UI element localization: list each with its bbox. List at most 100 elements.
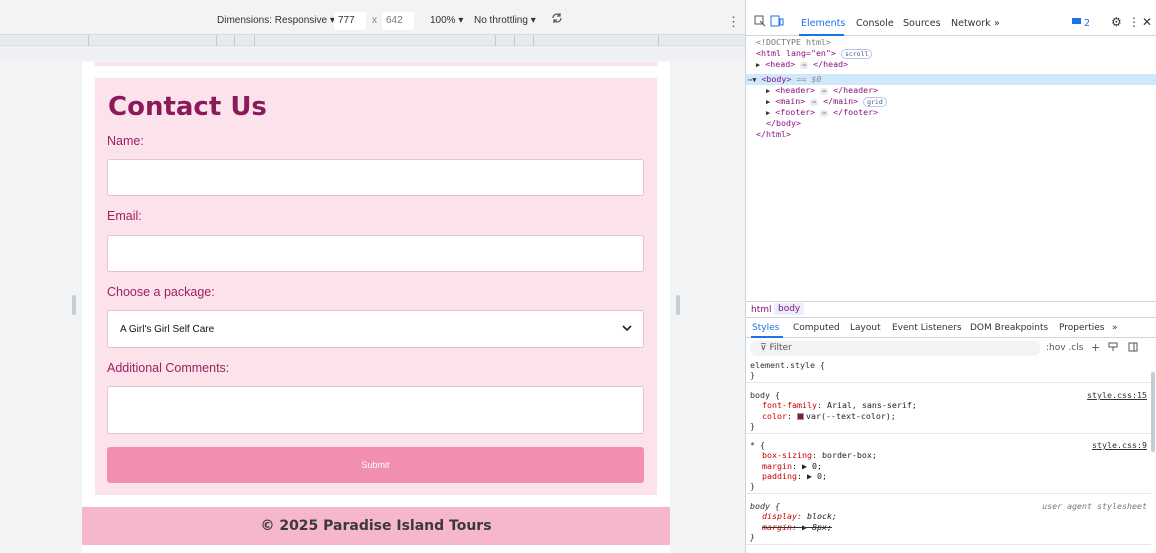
active-styles-tab-indicator <box>751 336 783 338</box>
tab-elements[interactable]: Elements <box>801 18 845 29</box>
filter-input[interactable]: ⊽ Filter <box>750 341 1040 356</box>
rule-source-label: user agent stylesheet <box>1042 501 1147 511</box>
head-close-tag: </head> <box>813 59 849 69</box>
device-viewport-area: Dimensions: Responsive ▾ 777 x 642 100% … <box>0 0 745 553</box>
html-close-tag: </html> <box>756 129 791 139</box>
grid-badge[interactable]: grid <box>863 97 887 107</box>
close-icon[interactable]: ✕ <box>1142 15 1152 29</box>
more-options-icon[interactable]: ⋮ <box>727 14 740 30</box>
tab-console[interactable]: Console <box>856 18 894 29</box>
filter-placeholder: Filter <box>769 343 792 353</box>
rule-element-style[interactable]: element.style { } <box>746 358 1151 383</box>
dom-header-node[interactable]: ▶ <header> ⋯ </header> <box>766 85 878 97</box>
property-value: border-box; <box>821 450 877 461</box>
rule-property-overridden: margin: ▶ 8px; <box>762 521 832 532</box>
rule-source-link[interactable]: style.css:9 <box>1092 440 1147 450</box>
scroll-badge[interactable]: scroll <box>840 49 873 59</box>
tab-styles[interactable]: Styles <box>752 323 779 333</box>
rule-selector: * { <box>750 440 765 450</box>
throttling-dropdown[interactable]: No throttling ▾ <box>474 15 536 26</box>
main-close-tag: </main> <box>823 96 859 106</box>
height-input[interactable]: 642 <box>382 12 414 30</box>
device-toggle-icon[interactable] <box>770 15 784 30</box>
rule-property[interactable]: box-sizing: border-box; <box>750 450 1147 460</box>
rule-property[interactable]: padding: ▶ 0; <box>750 471 1147 481</box>
devtools-panel: Elements Console Sources Network » 2 ⚙ ⋮… <box>745 0 1156 553</box>
add-rule-icon[interactable]: + <box>1091 341 1100 354</box>
head-ellipsis[interactable]: ⋯ <box>800 62 809 69</box>
rule-close: } <box>750 420 755 431</box>
dom-html-close[interactable]: </html> <box>756 129 791 140</box>
rule-selector: element.style { <box>750 360 825 370</box>
gear-icon[interactable]: ⚙ <box>1111 15 1122 29</box>
dom-doctype[interactable]: <!DOCTYPE html> <box>756 37 831 48</box>
rule-close: } <box>750 481 755 492</box>
more-icon[interactable]: ⋮ <box>1128 15 1140 29</box>
property-value: block; <box>806 511 837 522</box>
issues-count: 2 <box>1084 18 1091 29</box>
breadcrumb-html[interactable]: html <box>751 305 772 315</box>
dom-body-close[interactable]: </body> <box>766 118 801 129</box>
styles-pane: element.style { } body { style.css:15 fo… <box>746 358 1151 553</box>
dom-footer-node[interactable]: ▶ <footer> ⋯ </footer> <box>766 107 878 119</box>
rule-property[interactable]: margin: ▶ 0; <box>750 461 1147 471</box>
dom-html-node[interactable]: <html lang="en"> scroll <box>756 48 873 59</box>
more-tabs-button[interactable]: » <box>994 18 1000 29</box>
styles-filter-bar: ⊽ Filter :hov .cls + <box>746 340 1156 358</box>
width-input[interactable]: 777 <box>334 12 366 30</box>
rule-body-stylecss[interactable]: body { style.css:15 font-family: Arial, … <box>746 388 1151 434</box>
main-ellipsis[interactable]: ⋯ <box>810 99 819 106</box>
rule-property[interactable]: font-family: Arial, sans-serif; <box>750 400 1147 410</box>
property-value: var(--text-color); <box>805 410 896 421</box>
contact-title: Contact Us <box>108 92 267 122</box>
resize-handle-left[interactable] <box>72 295 76 315</box>
property-name: color <box>762 410 787 421</box>
rule-source-link[interactable]: style.css:15 <box>1087 390 1147 400</box>
header-ellipsis[interactable]: ⋯ <box>820 88 829 95</box>
property-name: margin <box>762 460 792 471</box>
more-style-tabs[interactable]: » <box>1112 323 1118 333</box>
breadcrumb-body[interactable]: body <box>774 303 805 315</box>
comments-label: Additional Comments: <box>107 361 230 375</box>
tab-sources[interactable]: Sources <box>903 18 941 29</box>
property-name: font-family <box>762 400 817 411</box>
page-frame: Contact Us Name: Email: Choose a package… <box>82 62 670 553</box>
dom-body-node[interactable]: ⋯▼ <body> == $0 <box>748 74 821 86</box>
tab-layout[interactable]: Layout <box>850 323 881 333</box>
name-input[interactable] <box>107 159 644 196</box>
tab-dom-breakpoints[interactable]: DOM Breakpoints <box>970 323 1048 333</box>
site-footer: © 2025 Paradise Island Tours <box>82 507 670 545</box>
dom-head-node[interactable]: ▶ <head> ⋯ </head> <box>756 59 848 71</box>
media-query-ruler <box>0 34 745 47</box>
zoom-dropdown[interactable]: 100% ▾ <box>430 15 463 26</box>
previous-section-edge <box>95 62 657 66</box>
rule-user-agent-body[interactable]: body { user agent stylesheet display: bl… <box>746 499 1151 545</box>
tab-network[interactable]: Network <box>951 18 991 29</box>
rule-property[interactable]: color: var(--text-color); <box>750 411 1147 421</box>
footer-ellipsis[interactable]: ⋯ <box>820 110 829 117</box>
color-swatch-icon[interactable] <box>796 412 804 420</box>
tab-computed[interactable]: Computed <box>793 323 840 333</box>
resize-handle-right[interactable] <box>676 295 680 315</box>
tab-event-listeners[interactable]: Event Listeners <box>892 323 962 333</box>
tab-properties[interactable]: Properties <box>1059 323 1104 333</box>
property-value: ▶ 0; <box>801 460 822 471</box>
issues-icon[interactable]: 2 <box>1072 18 1090 29</box>
submit-button[interactable]: Submit <box>107 447 644 483</box>
chevron-down-icon <box>622 325 632 332</box>
comments-textarea[interactable] <box>107 386 644 434</box>
rule-close: } <box>750 531 755 542</box>
email-input[interactable] <box>107 235 644 272</box>
email-label: Email: <box>107 209 142 223</box>
hov-cls-toggles[interactable]: :hov .cls <box>1046 343 1083 353</box>
sidebar-toggle-icon[interactable] <box>1128 342 1138 355</box>
paint-icon[interactable] <box>1108 342 1118 355</box>
dimensions-dropdown[interactable]: Dimensions: Responsive ▾ <box>217 15 335 26</box>
rule-universal[interactable]: * { style.css:9 box-sizing: border-box; … <box>746 438 1151 494</box>
inspect-icon[interactable] <box>754 15 766 30</box>
rotate-icon[interactable] <box>550 11 564 28</box>
package-select[interactable]: A Girl's Girl Self Care <box>107 310 644 348</box>
header-close-tag: </header> <box>833 85 879 95</box>
dom-main-node[interactable]: ▶ <main> ⋯ </main> grid <box>766 96 887 108</box>
styles-scrollbar[interactable] <box>1151 372 1155 452</box>
